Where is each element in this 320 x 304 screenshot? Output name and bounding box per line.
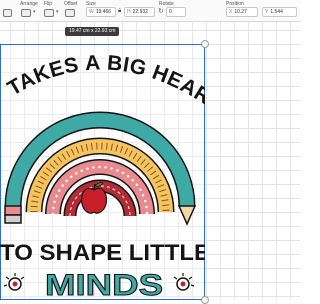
rainbow-design: IT TAKES A BIG HEART TO SHAPE LITTLE MIN… bbox=[0, 44, 205, 300]
height-value: 22.932 bbox=[132, 9, 148, 15]
offset-label: Offset bbox=[64, 1, 78, 7]
width-field[interactable]: W 19.466 bbox=[86, 7, 116, 17]
height-prefix: H bbox=[127, 9, 131, 15]
rotate-icon: ↻ bbox=[158, 8, 164, 15]
dimension-tooltip: 19.47 cm x 22.93 cm bbox=[65, 27, 120, 36]
x-position-field[interactable]: X 10.27 bbox=[226, 7, 258, 17]
lightbulb-icon bbox=[3, 273, 25, 291]
rotate-field[interactable]: 0 bbox=[166, 7, 186, 17]
subline-text: TO SHAPE LITTLE bbox=[0, 240, 205, 265]
pencil-tip bbox=[177, 205, 197, 226]
chevron-down-icon: ▾ bbox=[33, 9, 36, 15]
flip-icon bbox=[44, 9, 54, 17]
height-field[interactable]: H 22.932 bbox=[124, 7, 155, 17]
offset-icon bbox=[65, 9, 75, 17]
headline-arc-text: IT TAKES A BIG HEART bbox=[0, 44, 205, 109]
chevron-down-icon: ▾ bbox=[56, 9, 59, 15]
select-icon bbox=[3, 9, 12, 17]
rotate-value: 0 bbox=[169, 9, 172, 15]
arrange-icon bbox=[21, 9, 31, 17]
y-prefix: Y bbox=[265, 9, 269, 15]
edit-toolbar: Arrange ▾ Flip ▾ Offset Size W 19.466 🔒︎ … bbox=[0, 0, 300, 22]
pencil-ferrule bbox=[4, 214, 22, 224]
lightbulb-icon bbox=[173, 273, 195, 291]
headline-text: IT TAKES A BIG HEART bbox=[0, 44, 205, 109]
y-value: 1.544 bbox=[270, 9, 283, 15]
arrange-label: Arrange bbox=[20, 1, 38, 7]
minds-text: MINDS bbox=[45, 269, 163, 300]
flip-label: Flip bbox=[44, 1, 53, 7]
lock-icon[interactable]: 🔒︎ bbox=[118, 8, 121, 15]
width-prefix: W bbox=[89, 9, 94, 15]
y-position-field[interactable]: Y 1.544 bbox=[262, 7, 297, 17]
width-value: 19.466 bbox=[95, 9, 112, 15]
pencil-eraser bbox=[4, 205, 22, 216]
x-value: 10.27 bbox=[234, 9, 247, 15]
x-prefix: X bbox=[229, 9, 233, 15]
